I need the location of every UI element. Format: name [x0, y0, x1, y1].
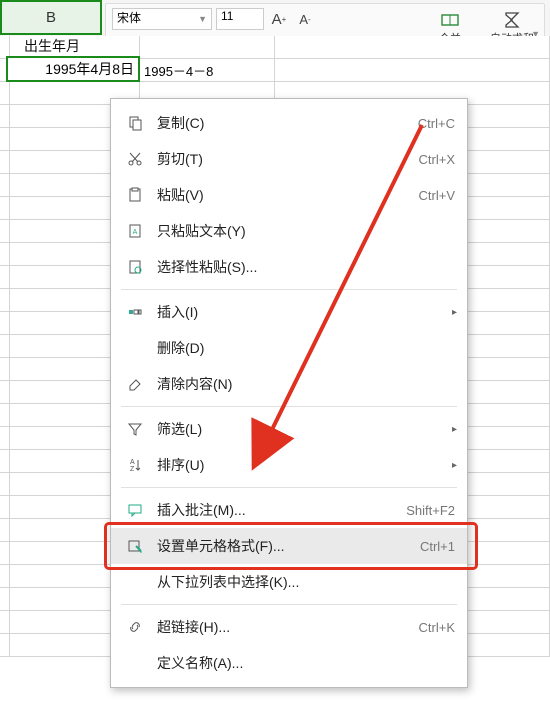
- font-select[interactable]: 宋体▼: [112, 8, 212, 30]
- cell-b1[interactable]: 出生年月: [24, 36, 80, 56]
- insert-icon: [123, 300, 147, 324]
- clipboard-icon: [123, 183, 147, 207]
- svg-text:A: A: [133, 229, 138, 236]
- decrease-font-button[interactable]: A-: [294, 8, 316, 30]
- paste-text-icon: A: [123, 219, 147, 243]
- sort-icon: AZ: [123, 453, 147, 477]
- menu-copy[interactable]: 复制(C) Ctrl+C: [111, 105, 467, 141]
- menu-paste-special[interactable]: 选择性粘贴(S)...: [111, 249, 467, 285]
- increase-font-button[interactable]: A+: [268, 8, 290, 30]
- copy-icon: [123, 111, 147, 135]
- menu-cut[interactable]: 剪切(T) Ctrl+X: [111, 141, 467, 177]
- svg-text:Z: Z: [130, 466, 135, 473]
- column-header-b[interactable]: B: [0, 0, 102, 35]
- menu-paste-text[interactable]: A 只粘贴文本(Y): [111, 213, 467, 249]
- menu-pick-from-list[interactable]: 从下拉列表中选择(K)...: [111, 564, 467, 600]
- selected-cell-b2[interactable]: 1995年4月8日: [6, 56, 140, 82]
- menu-define-name[interactable]: 定义名称(A)...: [111, 645, 467, 681]
- scissors-icon: [123, 147, 147, 171]
- submenu-arrow-icon: ▸: [452, 460, 457, 471]
- menu-filter[interactable]: 筛选(L) ▸: [111, 411, 467, 447]
- submenu-arrow-icon: ▸: [452, 307, 457, 318]
- svg-text:A: A: [130, 459, 135, 466]
- submenu-arrow-icon: ▸: [452, 424, 457, 435]
- menu-clear[interactable]: 清除内容(N): [111, 366, 467, 402]
- filter-icon: [123, 417, 147, 441]
- eraser-icon: [123, 372, 147, 396]
- menu-insert-comment[interactable]: 插入批注(M)... Shift+F2: [111, 492, 467, 528]
- menu-hyperlink[interactable]: 超链接(H)... Ctrl+K: [111, 609, 467, 645]
- comment-icon: [123, 498, 147, 522]
- menu-paste[interactable]: 粘贴(V) Ctrl+V: [111, 177, 467, 213]
- link-icon: [123, 615, 147, 639]
- context-menu: 复制(C) Ctrl+C 剪切(T) Ctrl+X 粘贴(V) Ctrl+V A…: [110, 98, 468, 688]
- menu-sort[interactable]: AZ 排序(U) ▸: [111, 447, 467, 483]
- paste-special-icon: [123, 255, 147, 279]
- format-cells-icon: [123, 534, 147, 558]
- menu-insert[interactable]: 插入(I) ▸: [111, 294, 467, 330]
- cell-c2[interactable]: 1995－4－8: [140, 59, 275, 82]
- font-size-select[interactable]: 11▼: [216, 8, 264, 30]
- menu-delete[interactable]: 删除(D): [111, 330, 467, 366]
- menu-format-cells[interactable]: 设置单元格格式(F)... Ctrl+1: [111, 528, 467, 564]
